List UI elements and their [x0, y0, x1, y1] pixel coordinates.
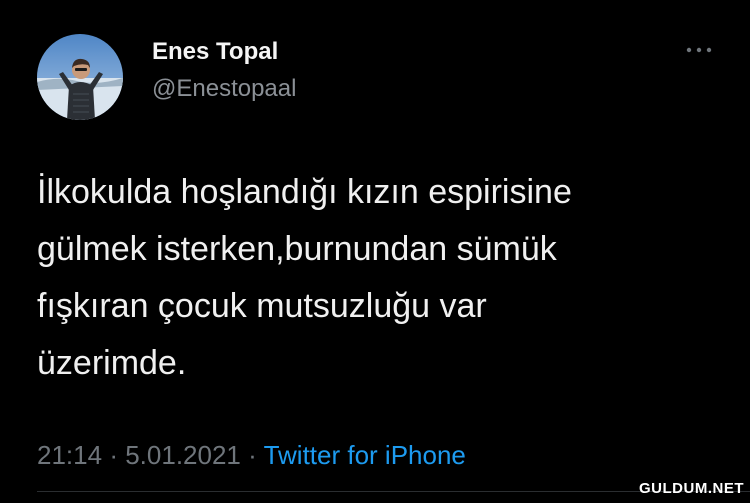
site-watermark: GULDUM.NET: [639, 480, 744, 497]
tweet-text-line: fışkıran çocuk mutsuzluğu var: [37, 287, 487, 325]
meta-separator: ·: [248, 440, 257, 470]
author-display-name[interactable]: Enes Topal: [152, 36, 278, 68]
tweet-text-line: İlkokulda hoşlandığı kızın espirisine: [37, 173, 572, 211]
avatar-photo: [37, 34, 123, 120]
tweet-time[interactable]: 21:14: [37, 440, 102, 470]
tweet-date[interactable]: 5.01.2021: [125, 440, 241, 470]
tweet-text-line: gülmek isterken,burnundan sümük: [37, 230, 557, 268]
tweet-text: İlkokulda hoşlandığı kızın espirisine gü…: [37, 164, 697, 392]
tweet-text-line: üzerimde.: [37, 344, 187, 382]
tweet-source-link[interactable]: Twitter for iPhone: [264, 440, 466, 470]
author-handle[interactable]: @Enestopaal: [152, 73, 296, 105]
tweet-metadata: 21:14 · 5.01.2021 · Twitter for iPhone: [37, 438, 466, 472]
more-dots-icon[interactable]: [684, 42, 714, 58]
avatar[interactable]: [37, 34, 123, 120]
meta-separator: ·: [109, 440, 118, 470]
